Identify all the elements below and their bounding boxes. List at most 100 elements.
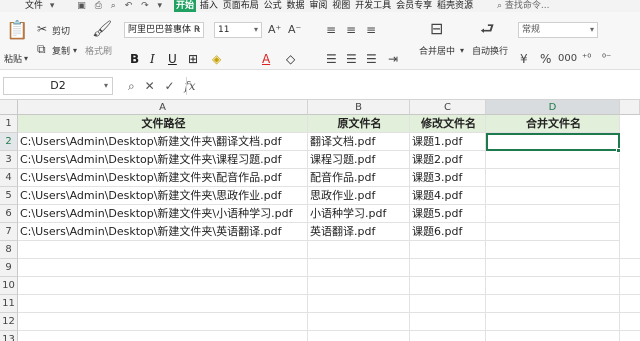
font-name-select[interactable]: 阿里巴巴普惠体 R ▾	[124, 22, 204, 38]
save-icon[interactable]: ▣	[74, 0, 89, 12]
file-menu[interactable]: 文件	[24, 0, 44, 12]
row-header[interactable]: 7	[0, 223, 18, 241]
cell-b4[interactable]: 配音作品.pdf	[308, 169, 410, 187]
font-size-select[interactable]: 11 ▾	[214, 22, 262, 38]
border-icon[interactable]: ⊞	[188, 52, 198, 66]
align-bottom-icon[interactable]: ≡	[366, 23, 376, 37]
name-box[interactable]: D2	[3, 77, 113, 95]
cancel-icon[interactable]: ✕	[145, 79, 155, 93]
row-header[interactable]: 4	[0, 169, 18, 187]
cell-b5[interactable]: 思政作业.pdf	[308, 187, 410, 205]
wrap-text-button[interactable]: 自动换行	[472, 44, 508, 57]
bold-button[interactable]: B	[130, 52, 139, 66]
column-header-c[interactable]: C	[410, 100, 486, 115]
tab-data[interactable]: 数据	[286, 0, 306, 12]
clear-format-icon[interactable]: ◇	[286, 52, 295, 66]
align-center-icon[interactable]: ☰	[346, 52, 357, 66]
column-header-b[interactable]: B	[308, 100, 410, 115]
cell-c5[interactable]: 课题4.pdf	[410, 187, 486, 205]
paste-icon[interactable]: 📋	[6, 22, 28, 40]
merge-center-button[interactable]: 合并居中	[419, 44, 455, 57]
cell-a4[interactable]: C:\Users\Admin\Desktop\新建文件夹\配音作品.pdf	[18, 169, 308, 187]
merge-center-icon[interactable]: ⊟	[430, 21, 443, 37]
row-header[interactable]: 8	[0, 241, 18, 259]
chevron-down-icon[interactable]: ▾	[73, 44, 77, 58]
tab-member[interactable]: 会员专享	[395, 0, 433, 12]
cut-button[interactable]: 剪切	[52, 24, 70, 37]
row-header[interactable]: 12	[0, 313, 18, 331]
undo-icon[interactable]: ↶	[122, 0, 136, 12]
empty-grid-area[interactable]	[18, 241, 640, 341]
header-cell-merged-name[interactable]: 合并文件名	[486, 115, 620, 133]
decrease-decimal-icon[interactable]: ⁰⁻	[602, 52, 611, 66]
align-middle-icon[interactable]: ≡	[346, 23, 356, 37]
row-header[interactable]: 1	[0, 115, 18, 133]
cell-c4[interactable]: 课题3.pdf	[410, 169, 486, 187]
header-cell-file-path[interactable]: 文件路径	[18, 115, 308, 133]
fill-color-icon[interactable]: ◈	[212, 52, 221, 66]
tab-docer[interactable]: 稻壳资源	[436, 0, 474, 12]
format-painter-button[interactable]: 格式刷	[85, 44, 112, 57]
cell-b6[interactable]: 小语种学习.pdf	[308, 205, 410, 223]
select-all-corner[interactable]	[0, 100, 18, 115]
row-header[interactable]: 5	[0, 187, 18, 205]
cell-d7[interactable]	[486, 223, 620, 241]
cell-a5[interactable]: C:\Users\Admin\Desktop\新建文件夹\思政作业.pdf	[18, 187, 308, 205]
align-right-icon[interactable]: ☰	[366, 52, 377, 66]
header-cell-new-name[interactable]: 修改文件名	[410, 115, 486, 133]
row-header[interactable]: 2	[0, 133, 18, 151]
wrap-text-icon[interactable]: ⮐	[480, 21, 494, 37]
tab-page-layout[interactable]: 页面布局	[222, 0, 260, 12]
cell-d6[interactable]	[486, 205, 620, 223]
header-cell-original-name[interactable]: 原文件名	[308, 115, 410, 133]
preview-icon[interactable]: ⌕	[108, 0, 119, 12]
row-header[interactable]: 3	[0, 151, 18, 169]
chevron-down-icon[interactable]: ▾	[24, 52, 28, 66]
cell-b7[interactable]: 英语翻译.pdf	[308, 223, 410, 241]
tab-view[interactable]: 视图	[331, 0, 351, 12]
paste-button[interactable]: 粘贴	[4, 52, 22, 65]
column-header-d[interactable]: D	[486, 100, 620, 115]
cell-b2[interactable]: 翻译文档.pdf	[308, 133, 410, 151]
formula-input[interactable]	[186, 77, 640, 95]
print-icon[interactable]: ⎙	[92, 0, 105, 12]
currency-icon[interactable]: ¥	[520, 52, 528, 66]
tab-formulas[interactable]: 公式	[263, 0, 283, 12]
redo-icon[interactable]: ↷	[138, 0, 152, 12]
underline-button[interactable]: U	[168, 52, 177, 66]
indent-icon[interactable]: ⇥	[388, 52, 398, 66]
tab-review[interactable]: 审阅	[308, 0, 328, 12]
tab-developer[interactable]: 开发工具	[354, 0, 392, 12]
column-header-e[interactable]	[620, 100, 640, 115]
cell-c7[interactable]: 课题6.pdf	[410, 223, 486, 241]
chevron-down-icon[interactable]: ▾	[104, 81, 108, 90]
chevron-down-icon[interactable]: ▾	[155, 0, 166, 12]
increase-font-icon[interactable]: A⁺	[268, 23, 281, 37]
cell-a2[interactable]: C:\Users\Admin\Desktop\新建文件夹\翻译文档.pdf	[18, 133, 308, 151]
chevron-down-icon[interactable]: ▾	[460, 44, 464, 58]
cell-c3[interactable]: 课题2.pdf	[410, 151, 486, 169]
cell-d5[interactable]	[486, 187, 620, 205]
tab-insert[interactable]: 插入	[199, 0, 219, 12]
decrease-font-icon[interactable]: A⁻	[288, 23, 301, 37]
percent-icon[interactable]: %	[540, 52, 551, 66]
align-top-icon[interactable]: ≡	[326, 23, 336, 37]
column-header-a[interactable]: A	[18, 100, 308, 115]
cell-a7[interactable]: C:\Users\Admin\Desktop\新建文件夹\英语翻译.pdf	[18, 223, 308, 241]
fill-handle[interactable]	[616, 148, 621, 153]
copy-button[interactable]: 复制	[52, 44, 70, 57]
format-painter-icon[interactable]: 🖌	[92, 21, 112, 37]
scissors-icon[interactable]: ✂	[37, 22, 47, 36]
tab-home[interactable]: 开始	[173, 0, 196, 12]
zoom-icon[interactable]: ⌕	[128, 79, 135, 93]
spreadsheet-grid[interactable]: A B C D 1 2 3 4 5 6 7 8 9 10 11 12 13 文件…	[0, 100, 640, 341]
align-left-icon[interactable]: ☰	[326, 52, 337, 66]
chevron-down-icon[interactable]: ▾	[47, 0, 58, 12]
row-header[interactable]: 9	[0, 259, 18, 277]
cell-a6[interactable]: C:\Users\Admin\Desktop\新建文件夹\小语种学习.pdf	[18, 205, 308, 223]
increase-decimal-icon[interactable]: ⁺⁰	[582, 52, 591, 66]
cell-d4[interactable]	[486, 169, 620, 187]
row-header[interactable]: 6	[0, 205, 18, 223]
copy-icon[interactable]: ⧉	[37, 42, 46, 56]
font-color-icon[interactable]: A	[262, 52, 270, 66]
